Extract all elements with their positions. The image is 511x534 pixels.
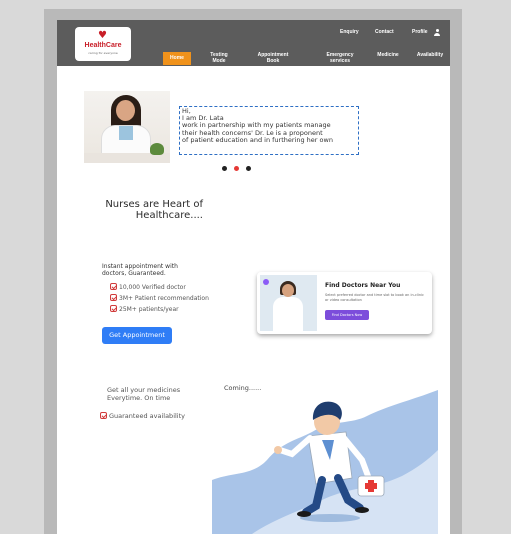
nav-availability[interactable]: Availability — [413, 52, 447, 58]
nav-testing-mode[interactable]: Testing Mode — [204, 52, 234, 64]
medicines-text: Get all your medicines Everytime. On tim… — [107, 386, 217, 402]
appointment-intro-line: doctors, Guaranteed. — [102, 270, 166, 277]
check-icon — [110, 283, 117, 290]
hero-headline-line: Healthcare.... — [135, 210, 203, 221]
hero-headline-line: Nurses are Heart of — [105, 199, 203, 210]
brand-logo[interactable]: ♥ HealthCare caring for everyone — [75, 27, 131, 61]
nav-enquiry[interactable]: Enquiry — [340, 29, 359, 35]
check-icon — [100, 412, 107, 419]
check-icon — [110, 305, 117, 312]
card-description: Select preferred doctor and time slot to… — [325, 293, 424, 302]
nav-appointment-book[interactable]: Appointment Book — [251, 52, 295, 64]
medicines-line: Everytime. On time — [107, 394, 171, 402]
feature-item: 3M+ Patient recommendation — [110, 294, 209, 302]
feature-item: 25M+ patients/year — [110, 305, 179, 313]
get-appointment-button[interactable]: Get Appointment — [102, 327, 172, 344]
guarantee-text: Guaranteed availability — [109, 412, 186, 420]
feature-item: 10,000 Verified doctor — [110, 283, 186, 291]
slider-dots — [222, 166, 252, 172]
hero-headline: Nurses are Heart of Healthcare.... — [93, 199, 203, 221]
appointment-intro-line: Instant appointment with — [102, 263, 178, 270]
guarantee-item: Guaranteed availability — [100, 412, 185, 420]
feature-text: 3M+ Patient recommendation — [119, 295, 209, 302]
nav-home[interactable]: Home — [163, 52, 191, 65]
page-content: ♥ HealthCare caring for everyone Enquiry… — [57, 20, 450, 534]
brand-name: HealthCare — [84, 42, 122, 49]
quote-line: of patient education and in furthering h… — [182, 135, 333, 144]
delivery-doctor-illustration — [212, 390, 438, 534]
card-title: Find Doctors Near You — [325, 282, 401, 289]
doctor-photo — [84, 91, 170, 163]
check-icon — [110, 294, 117, 301]
nav-medicine[interactable]: Medicine — [373, 52, 403, 58]
user-icon[interactable] — [434, 29, 440, 36]
appointment-intro: Instant appointment with doctors, Guaran… — [102, 263, 212, 277]
brand-tagline: caring for everyone — [88, 51, 118, 55]
slider-dot[interactable] — [246, 166, 251, 171]
heart-logo-icon: ♥ — [98, 30, 107, 41]
slider-dot[interactable] — [222, 166, 227, 171]
feature-text: 10,000 Verified doctor — [119, 284, 186, 291]
find-doctors-card: Find Doctors Near You Select preferred d… — [257, 272, 432, 334]
nav-emergency-services[interactable]: Emergency services — [320, 52, 360, 64]
nav-profile[interactable]: Profile — [412, 29, 428, 35]
find-doctors-button[interactable]: Find Doctors Now — [325, 310, 369, 320]
navbar: ♥ HealthCare caring for everyone Enquiry… — [57, 20, 450, 66]
nav-contact[interactable]: Contact — [375, 29, 394, 35]
medicines-line: Get all your medicines — [107, 386, 181, 394]
feature-text: 25M+ patients/year — [119, 306, 179, 313]
card-doctor-photo — [260, 275, 317, 331]
doctor-quote: Hi, I am Dr. Lata work in partnership wi… — [179, 106, 359, 155]
slider-dot-active[interactable] — [234, 166, 239, 171]
